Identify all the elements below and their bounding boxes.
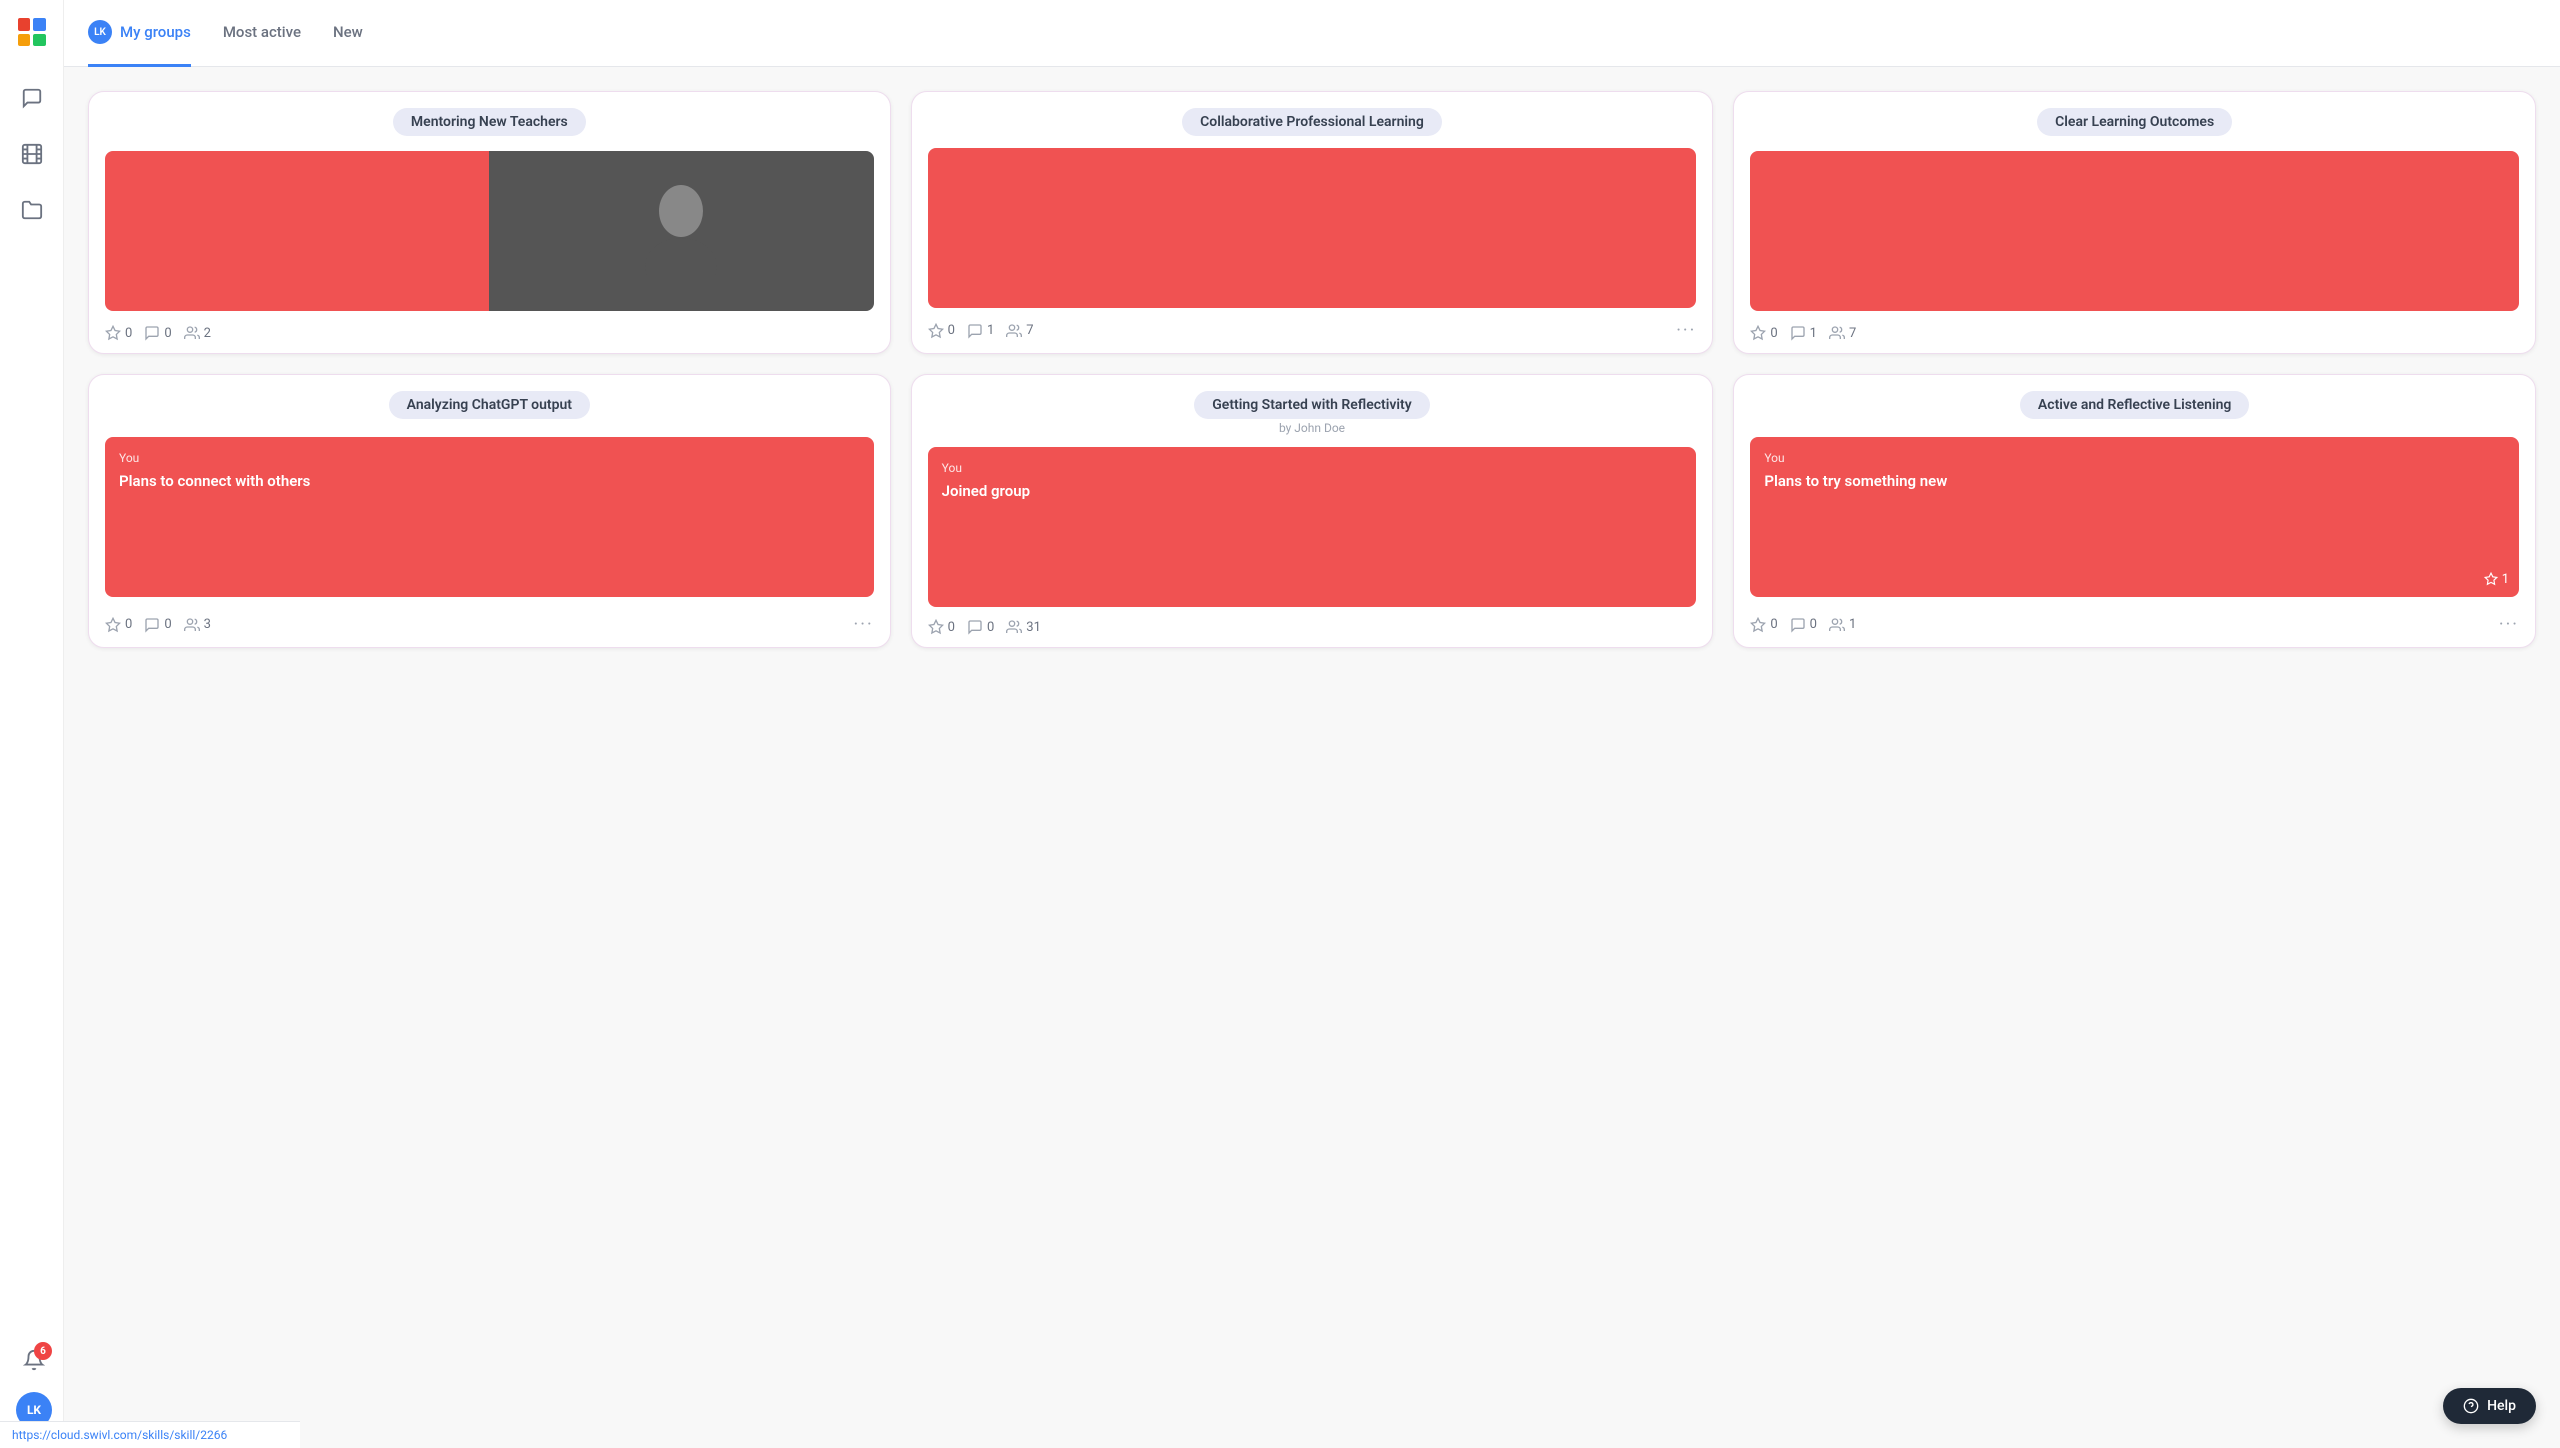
card-header-clear-learning-outcomes: Clear Learning Outcomes: [1734, 92, 2535, 148]
cards-area: Mentoring New Teachers002Collaborative P…: [64, 67, 2560, 1448]
card-stars-analyzing-chatgpt-output[interactable]: 0: [105, 617, 132, 633]
card-members-clear-learning-outcomes: 7: [1829, 325, 1856, 341]
card-comments-active-and-reflective-listening[interactable]: 0: [1790, 617, 1817, 633]
cards-grid: Mentoring New Teachers002Collaborative P…: [88, 91, 2536, 648]
card-comments-collaborative-professional-learning[interactable]: 1: [967, 323, 994, 339]
card-stars-mentoring-new-teachers[interactable]: 0: [105, 325, 132, 341]
card-footer-collaborative-professional-learning: 017 ···: [912, 308, 1713, 353]
card-members-mentoring-new-teachers: 2: [184, 325, 211, 341]
card-mentoring-new-teachers[interactable]: Mentoring New Teachers002: [88, 91, 891, 354]
card-title-analyzing-chatgpt-output: Analyzing ChatGPT output: [389, 391, 590, 419]
card-overlay-text-getting-started-with-reflectivity: Joined group: [942, 481, 1683, 502]
card-star-badge-active-and-reflective-listening: 1: [2484, 572, 2509, 587]
card-footer-analyzing-chatgpt-output: 003···: [89, 602, 890, 647]
tab-most-active[interactable]: Most active: [223, 3, 301, 64]
card-header-mentoring-new-teachers: Mentoring New Teachers: [89, 92, 890, 148]
chat-icon[interactable]: [14, 80, 50, 116]
card-header-collaborative-professional-learning: Collaborative Professional Learning: [912, 92, 1713, 148]
tab-label-most-active: Most active: [223, 23, 301, 41]
card-header-getting-started-with-reflectivity: Getting Started with Reflectivity by John…: [912, 375, 1713, 447]
card-getting-started-with-reflectivity[interactable]: Getting Started with Reflectivity by John…: [911, 374, 1714, 648]
card-members-collaborative-professional-learning: 7: [1006, 323, 1033, 339]
tab-label-new: New: [333, 23, 363, 41]
card-overlay-you-getting-started-with-reflectivity: You: [942, 461, 1683, 475]
card-overlay-you-active-and-reflective-listening: You: [1764, 451, 2505, 465]
card-title-getting-started-with-reflectivity: Getting Started with Reflectivity: [1194, 391, 1429, 419]
help-label: Help: [2487, 1398, 2516, 1414]
main-content: LK My groups Most active New Mentoring New …: [64, 0, 2560, 1448]
card-members-active-and-reflective-listening: 1: [1829, 617, 1856, 633]
card-active-and-reflective-listening[interactable]: Active and Reflective Listening You Plans …: [1733, 374, 2536, 648]
card-comments-analyzing-chatgpt-output[interactable]: 0: [144, 617, 171, 633]
card-header-analyzing-chatgpt-output: Analyzing ChatGPT output: [89, 375, 890, 431]
card-overlay-text-analyzing-chatgpt-output: Plans to connect with others: [119, 471, 860, 492]
card-overlay-text-active-and-reflective-listening: Plans to try something new: [1764, 471, 2505, 492]
card-title-clear-learning-outcomes: Clear Learning Outcomes: [2037, 108, 2232, 136]
card-more-button-active-and-reflective-listening[interactable]: ···: [2499, 614, 2519, 635]
notification-button[interactable]: 6: [16, 1342, 52, 1378]
card-more-button-analyzing-chatgpt-output[interactable]: ···: [854, 614, 874, 635]
sidebar: [0, 0, 64, 1448]
tab-label-my-groups: My groups: [120, 23, 191, 41]
tab-my-groups[interactable]: LK My groups: [88, 0, 191, 67]
card-image-clear-learning-outcomes: [1734, 148, 2535, 313]
card-stars-clear-learning-outcomes[interactable]: 0: [1750, 325, 1777, 341]
card-image-mentoring-new-teachers: [89, 148, 890, 313]
card-header-active-and-reflective-listening: Active and Reflective Listening: [1734, 375, 2535, 431]
tabs-bar: LK My groups Most active New: [64, 0, 2560, 67]
card-image-getting-started-with-reflectivity: You Joined group: [912, 447, 1713, 607]
card-footer-mentoring-new-teachers: 002: [89, 313, 890, 353]
notification-badge: 6: [34, 1342, 52, 1360]
card-title-collaborative-professional-learning: Collaborative Professional Learning: [1182, 108, 1442, 136]
card-clear-learning-outcomes[interactable]: Clear Learning Outcomes 017: [1733, 91, 2536, 354]
card-image-collaborative-professional-learning: [912, 148, 1713, 308]
card-image-analyzing-chatgpt-output: You Plans to connect with others: [89, 431, 890, 602]
card-title-mentoring-new-teachers: Mentoring New Teachers: [393, 108, 586, 136]
card-members-analyzing-chatgpt-output: 3: [184, 617, 211, 633]
card-footer-active-and-reflective-listening: 001···: [1734, 602, 2535, 647]
app-logo[interactable]: [12, 12, 52, 52]
card-comments-mentoring-new-teachers[interactable]: 0: [144, 325, 171, 341]
status-bar: https://cloud.swivl.com/skills/skill/226…: [0, 1421, 300, 1448]
tab-new[interactable]: New: [333, 3, 363, 64]
card-title-active-and-reflective-listening: Active and Reflective Listening: [2020, 391, 2249, 419]
card-image-active-and-reflective-listening: You Plans to try something new 1: [1734, 431, 2535, 602]
folder-icon[interactable]: [14, 192, 50, 228]
card-collaborative-professional-learning[interactable]: Collaborative Professional Learning 017 ··…: [911, 91, 1714, 354]
card-analyzing-chatgpt-output[interactable]: Analyzing ChatGPT output You Plans to conn…: [88, 374, 891, 648]
card-comments-getting-started-with-reflectivity[interactable]: 0: [967, 619, 994, 635]
card-overlay-you-analyzing-chatgpt-output: You: [119, 451, 860, 465]
card-stars-collaborative-professional-learning[interactable]: 0: [928, 323, 955, 339]
card-footer-getting-started-with-reflectivity: 00 31: [912, 607, 1713, 647]
card-members-getting-started-with-reflectivity: 31: [1006, 619, 1041, 635]
card-stars-getting-started-with-reflectivity[interactable]: 0: [928, 619, 955, 635]
tab-avatar-my-groups: LK: [88, 20, 112, 44]
card-footer-clear-learning-outcomes: 017: [1734, 313, 2535, 353]
card-stars-active-and-reflective-listening[interactable]: 0: [1750, 617, 1777, 633]
film-icon[interactable]: [14, 136, 50, 172]
card-comments-clear-learning-outcomes[interactable]: 1: [1790, 325, 1817, 341]
card-more-button-collaborative-professional-learning[interactable]: ···: [1676, 320, 1696, 341]
help-button[interactable]: Help: [2443, 1388, 2536, 1424]
card-subtitle-getting-started-with-reflectivity: by John Doe: [1194, 421, 1429, 435]
